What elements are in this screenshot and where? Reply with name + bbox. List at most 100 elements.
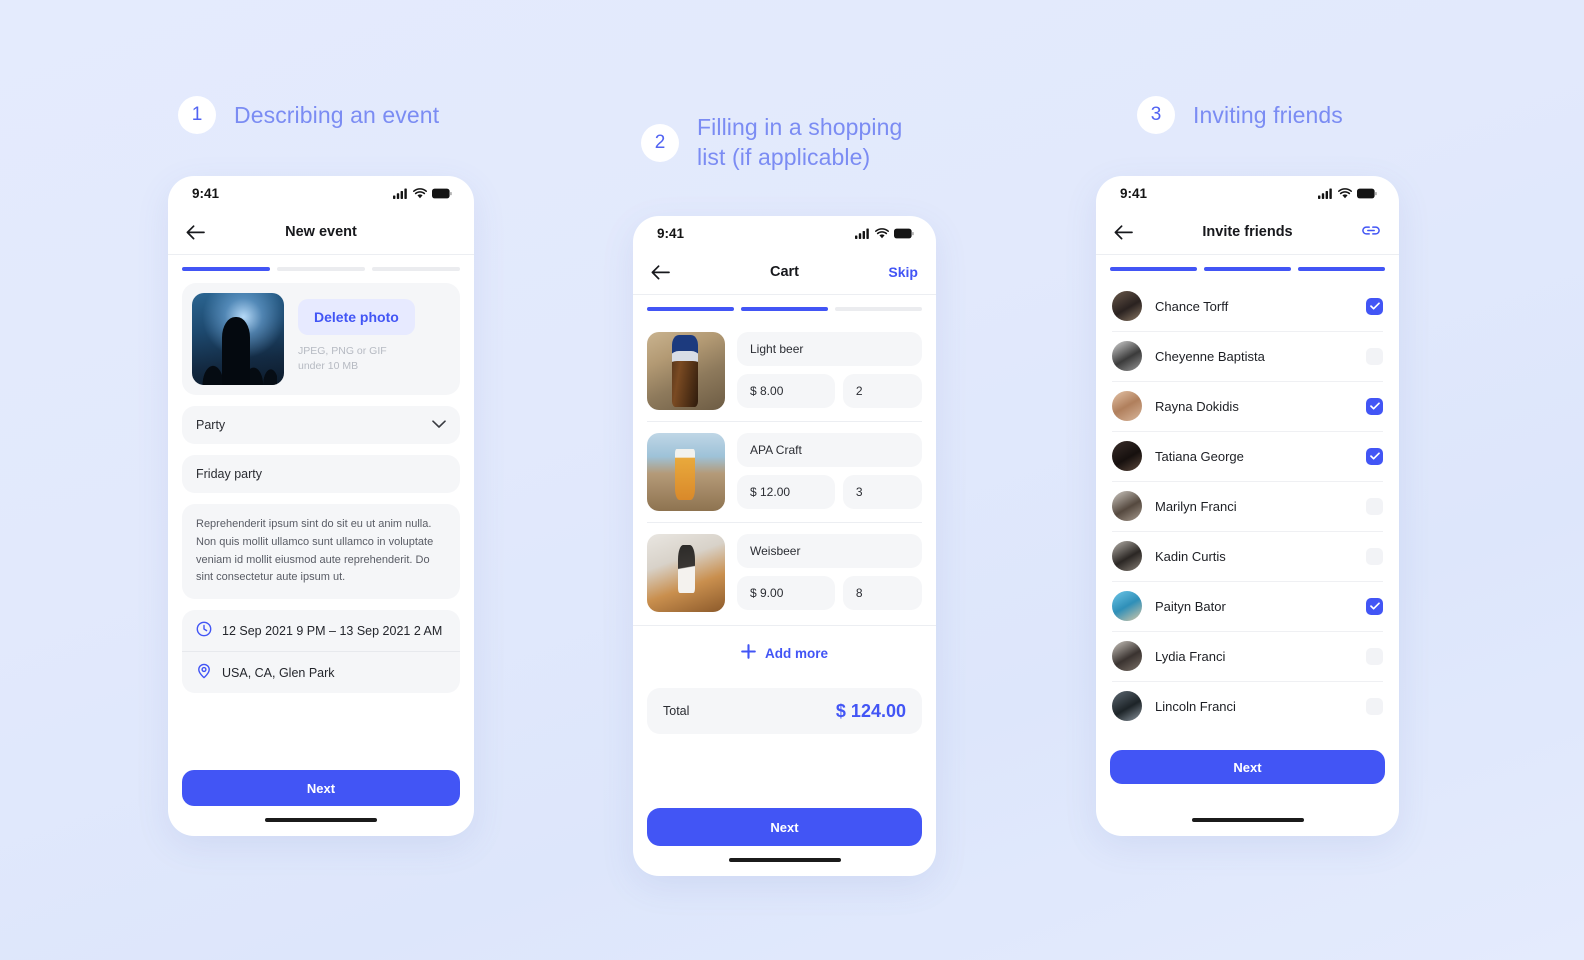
progress-segment-2 xyxy=(277,267,365,271)
product-image[interactable] xyxy=(647,332,725,410)
avatar xyxy=(1112,391,1142,421)
friend-checkbox[interactable] xyxy=(1366,647,1383,665)
event-photo-thumbnail[interactable] xyxy=(192,293,284,385)
chevron-down-icon xyxy=(432,418,446,432)
battery-icon xyxy=(1357,188,1377,198)
back-arrow-icon[interactable] xyxy=(651,264,670,280)
home-indicator-wrap xyxy=(168,818,474,836)
avatar xyxy=(1112,291,1142,321)
friend-checkbox[interactable] xyxy=(1366,397,1383,415)
progress-segment-3 xyxy=(835,307,922,311)
link-icon[interactable] xyxy=(1361,223,1381,241)
friend-checkbox[interactable] xyxy=(1366,597,1383,615)
total-row: Total $ 124.00 xyxy=(647,688,922,734)
product-price-input[interactable]: $ 9.00 xyxy=(737,576,835,610)
product-sub-fields: $ 9.00 8 xyxy=(737,576,922,610)
phone-screen-cart: 9:41 Cart Skip Light beer $ 8.00 2 APA C… xyxy=(633,216,936,876)
product-name-input[interactable]: Light beer xyxy=(737,332,922,366)
page-title: Invite friends xyxy=(1202,224,1293,240)
product-qty-input[interactable]: 3 xyxy=(842,475,922,509)
friend-item[interactable]: Lincoln Franci xyxy=(1096,681,1399,731)
event-description-input[interactable]: Reprehenderit ipsum sint do sit eu ut an… xyxy=(182,504,460,600)
friend-item[interactable]: Rayna Dokidis xyxy=(1096,381,1399,431)
friend-item[interactable]: Tatiana George xyxy=(1096,431,1399,481)
screen1-footer: Next xyxy=(168,770,474,818)
progress-segment-2 xyxy=(1204,267,1291,271)
cart-row: Weisbeer $ 9.00 8 xyxy=(647,522,922,623)
next-button[interactable]: Next xyxy=(182,770,460,806)
wifi-icon xyxy=(875,227,889,238)
product-fields: Light beer $ 8.00 2 xyxy=(737,332,922,410)
friend-item[interactable]: Marilyn Franci xyxy=(1096,481,1399,531)
friend-item[interactable]: Chance Torff xyxy=(1096,281,1399,331)
product-sub-fields: $ 8.00 2 xyxy=(737,374,922,408)
cart-item-list: Light beer $ 8.00 2 APA Craft $ 12.00 3 xyxy=(633,321,936,623)
friend-item[interactable]: Paityn Bator xyxy=(1096,581,1399,631)
progress-segment-1 xyxy=(1110,267,1197,271)
friend-item[interactable]: Cheyenne Baptista xyxy=(1096,331,1399,381)
friend-checkbox[interactable] xyxy=(1366,447,1383,465)
product-qty-input[interactable]: 8 xyxy=(842,576,922,610)
home-indicator xyxy=(1191,818,1304,822)
photo-hint-formats: JPEG, PNG or GIF xyxy=(298,345,387,357)
friend-name: Chance Torff xyxy=(1155,298,1229,314)
cellular-signal-icon xyxy=(1318,188,1332,199)
cellular-signal-icon xyxy=(855,228,869,239)
category-select[interactable]: Party xyxy=(182,406,460,444)
event-meta-card: 12 Sep 2021 9 PM – 13 Sep 2021 2 AM USA,… xyxy=(182,610,460,694)
cart-row: APA Craft $ 12.00 3 xyxy=(647,421,922,522)
step-title-2: Filling in a shopping list (if applicabl… xyxy=(697,114,903,171)
product-name-input[interactable]: Weisbeer xyxy=(737,534,922,568)
friend-item[interactable]: Kadin Curtis xyxy=(1096,531,1399,581)
back-arrow-icon[interactable] xyxy=(186,224,205,240)
step-header-2: 2 Filling in a shopping list (if applica… xyxy=(641,112,941,173)
page-title: New event xyxy=(285,224,357,240)
friend-checkbox[interactable] xyxy=(1366,347,1383,365)
next-button[interactable]: Next xyxy=(647,808,922,846)
product-fields: Weisbeer $ 9.00 8 xyxy=(737,534,922,612)
back-arrow-icon[interactable] xyxy=(1114,224,1133,240)
friend-checkbox[interactable] xyxy=(1366,297,1383,315)
friend-checkbox[interactable] xyxy=(1366,547,1383,565)
progress-segment-1 xyxy=(647,307,734,311)
product-fields: APA Craft $ 12.00 3 xyxy=(737,433,922,511)
event-name-input[interactable]: Friday party xyxy=(182,455,460,493)
progress-indicator xyxy=(168,255,474,281)
friends-list: Chance Torff Cheyenne Baptista Rayna Dok… xyxy=(1096,281,1399,818)
delete-photo-button[interactable]: Delete photo xyxy=(298,299,415,335)
add-more-button[interactable]: Add more xyxy=(633,625,936,680)
avatar xyxy=(1112,541,1142,571)
status-time: 9:41 xyxy=(657,225,685,241)
status-bar: 9:41 xyxy=(168,176,474,210)
friend-checkbox[interactable] xyxy=(1366,497,1383,515)
product-price-input[interactable]: $ 8.00 xyxy=(737,374,835,408)
avatar xyxy=(1112,341,1142,371)
home-indicator xyxy=(728,858,841,862)
plus-icon xyxy=(741,644,756,662)
cart-body: Light beer $ 8.00 2 APA Craft $ 12.00 3 xyxy=(633,321,936,808)
product-price-input[interactable]: $ 12.00 xyxy=(737,475,835,509)
progress-segment-2 xyxy=(741,307,828,311)
event-datetime-value: 12 Sep 2021 9 PM – 13 Sep 2021 2 AM xyxy=(222,623,443,638)
product-name-input[interactable]: APA Craft xyxy=(737,433,922,467)
product-qty-input[interactable]: 2 xyxy=(842,374,922,408)
product-image[interactable] xyxy=(647,534,725,612)
avatar xyxy=(1112,691,1142,721)
friend-item[interactable]: Lydia Franci xyxy=(1096,631,1399,681)
skip-button[interactable]: Skip xyxy=(888,264,918,280)
cart-row: Light beer $ 8.00 2 xyxy=(647,321,922,421)
progress-segment-1 xyxy=(182,267,270,271)
friend-name: Lydia Franci xyxy=(1155,648,1226,664)
photo-hint: JPEG, PNG or GIF under 10 MB xyxy=(298,344,415,374)
nav-bar: Invite friends xyxy=(1096,210,1399,254)
step-badge-3: 3 xyxy=(1137,96,1175,134)
next-button[interactable]: Next xyxy=(1110,750,1385,784)
event-datetime-row[interactable]: 12 Sep 2021 9 PM – 13 Sep 2021 2 AM xyxy=(182,610,460,651)
status-time: 9:41 xyxy=(192,185,220,201)
friend-checkbox[interactable] xyxy=(1366,697,1383,715)
event-location-row[interactable]: USA, CA, Glen Park xyxy=(182,651,460,693)
event-name-value: Friday party xyxy=(196,467,262,481)
screen2-footer: Next xyxy=(633,808,936,858)
location-pin-icon xyxy=(196,663,212,682)
product-image[interactable] xyxy=(647,433,725,511)
